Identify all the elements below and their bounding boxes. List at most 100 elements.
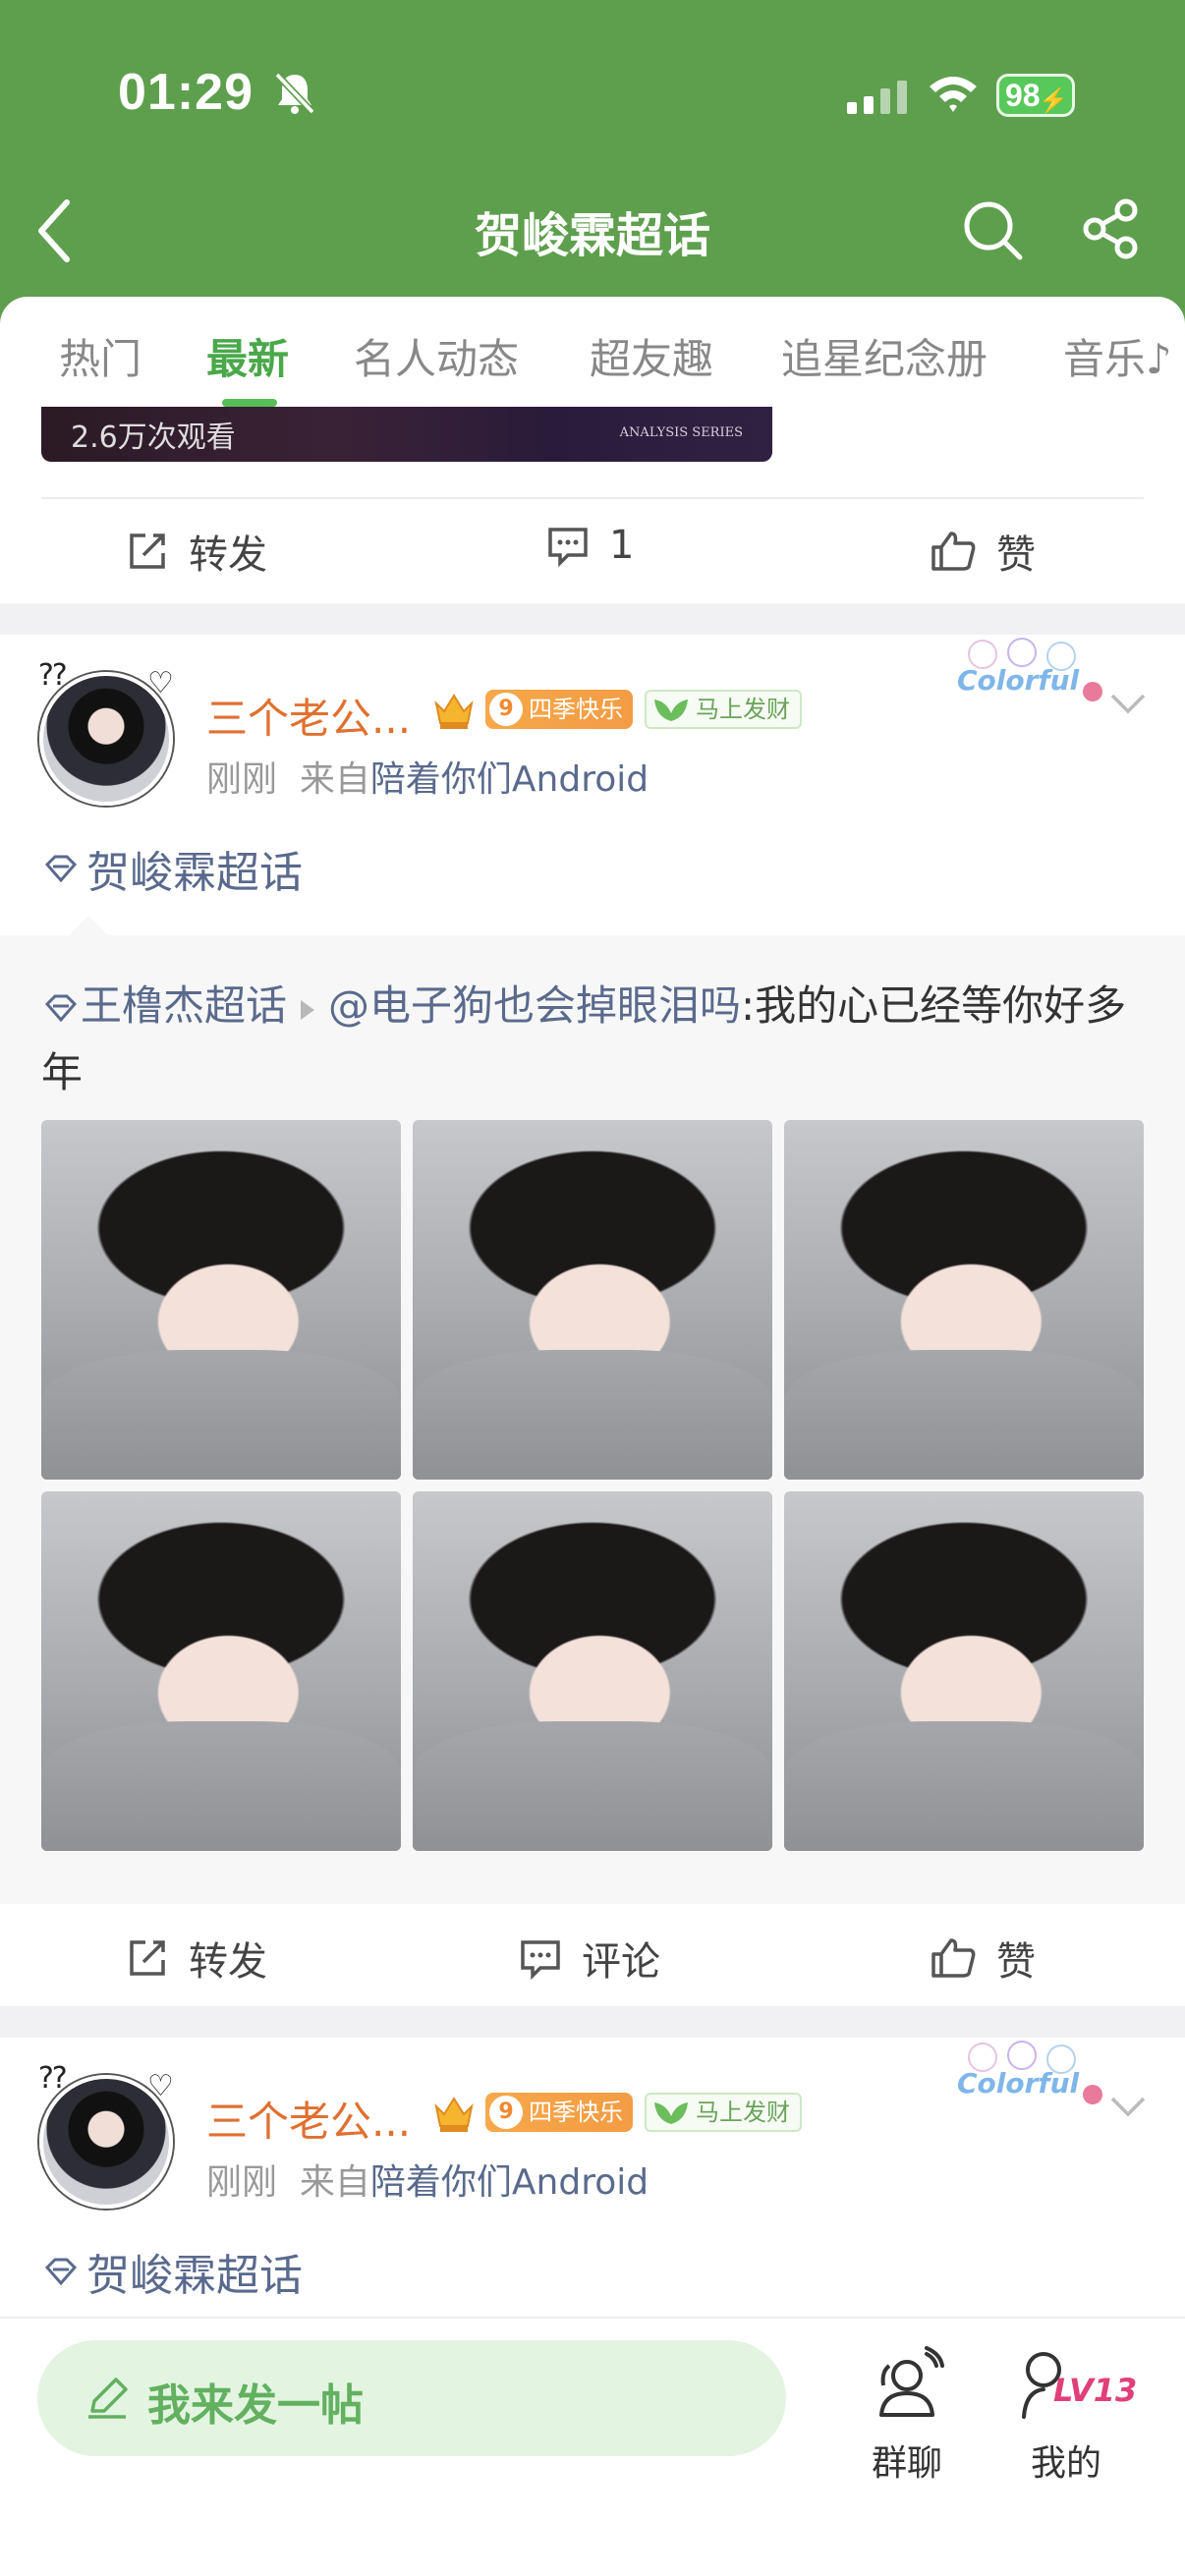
username[interactable]: 三个老公... bbox=[206, 686, 411, 746]
video-view-count: 2.6万次观看 bbox=[71, 420, 236, 455]
photo-hood bbox=[784, 1721, 1144, 1851]
wifi-icon bbox=[930, 77, 977, 112]
nav-mine[interactable]: LV13 我的 bbox=[1012, 2340, 1137, 2488]
repost-notch bbox=[69, 916, 108, 935]
username[interactable]: 三个老公... bbox=[206, 2089, 411, 2149]
photo-thumbnail[interactable] bbox=[784, 1491, 1144, 1851]
topic-link[interactable]: 贺峻霖超话 bbox=[41, 2240, 303, 2303]
avatar-frame-question-icon: ⁇ bbox=[39, 2061, 67, 2096]
thumbs-up-icon bbox=[931, 1938, 976, 1978]
post-source[interactable]: 陪着你们Android bbox=[370, 759, 649, 800]
status-time: 01:29 bbox=[118, 64, 254, 121]
colorful-sticker-text: Colorful bbox=[957, 2067, 1080, 2100]
video-thumbnail[interactable]: 2.6万次观看 ANALYSIS SERIES bbox=[41, 407, 772, 462]
avatar-frame-heart-icon: ♡ bbox=[147, 666, 174, 700]
divider bbox=[41, 497, 1144, 499]
topic-link[interactable]: 贺峻霖超话 bbox=[41, 837, 303, 900]
post-meta: 刚刚 来自陪着你们Android bbox=[206, 751, 649, 802]
photo-thumbnail[interactable] bbox=[784, 1120, 1144, 1480]
repost-topic-label: 王橹杰超话 bbox=[81, 981, 288, 1030]
comment-icon bbox=[521, 1940, 560, 1980]
source-prefix: 来自 bbox=[299, 759, 370, 800]
post-time: 刚刚 bbox=[206, 2162, 278, 2203]
season-badge[interactable]: 9 四季快乐 bbox=[485, 690, 633, 729]
rich-badge[interactable]: 马上发财 bbox=[645, 2093, 802, 2132]
header-bar: 01:29 98 ⚡ 贺峻霖超话 bbox=[0, 0, 1185, 324]
compose-post-button[interactable]: 我来发一帖 bbox=[37, 2340, 786, 2456]
tab-bar: 热门 最新 名人动态 超友趣 追星纪念册 音乐♪ bbox=[0, 297, 1185, 407]
diamond-icon bbox=[44, 994, 78, 1023]
tab-latest[interactable]: 最新 bbox=[206, 326, 289, 386]
colorful-sticker-text: Colorful bbox=[957, 664, 1080, 697]
comment-icon bbox=[548, 528, 588, 567]
avatar-frame-heart-icon: ♡ bbox=[147, 2069, 174, 2103]
repost-author-link[interactable]: @电子狗也会掉眼泪吗 bbox=[328, 981, 741, 1030]
battery-level: 98 bbox=[1005, 78, 1041, 113]
tab-music[interactable]: 音乐♪ bbox=[1063, 326, 1172, 386]
season-badge[interactable]: 9 四季快乐 bbox=[485, 2093, 633, 2132]
season-badge-label: 四季快乐 bbox=[529, 2099, 623, 2126]
season-badge-label: 四季快乐 bbox=[529, 696, 623, 723]
photo-hood bbox=[41, 1350, 401, 1480]
reposted-content[interactable]: 王橹杰超话 @电子狗也会掉眼泪吗:我的心已经等你好多年 bbox=[0, 916, 1185, 1904]
bottom-bar: 我来发一帖 群聊 LV13 我的 bbox=[0, 2317, 1185, 2576]
post-meta: 刚刚 来自陪着你们Android bbox=[206, 2154, 649, 2205]
feed-card: ⁇ ♡ 三个老公... 9 四季快乐 马上发财 刚刚 来自陪着你们Android… bbox=[0, 635, 1185, 2006]
video-overlay-text: ANALYSIS SERIES bbox=[619, 425, 743, 440]
tab-fan-fun[interactable]: 超友趣 bbox=[590, 326, 713, 386]
photo-thumbnail[interactable] bbox=[413, 1491, 772, 1851]
search-icon[interactable] bbox=[961, 198, 1024, 261]
share-icon[interactable] bbox=[1081, 198, 1142, 259]
rich-badge-label: 马上发财 bbox=[696, 2099, 790, 2126]
thumbs-up-icon bbox=[931, 532, 976, 571]
tab-fan-album[interactable]: 追星纪念册 bbox=[781, 326, 988, 386]
like-button[interactable]: 赞 bbox=[930, 1930, 1036, 1987]
source-prefix: 来自 bbox=[299, 2162, 370, 2203]
repost-topic-link[interactable]: 王橹杰超话 bbox=[41, 981, 287, 1030]
post-source[interactable]: 陪着你们Android bbox=[370, 2162, 649, 2203]
photo-thumbnail[interactable] bbox=[41, 1120, 401, 1480]
battery-indicator: 98 ⚡ bbox=[996, 74, 1075, 117]
post-time: 刚刚 bbox=[206, 759, 278, 800]
level-badge: LV13 bbox=[1053, 2372, 1138, 2409]
compose-label: 我来发一帖 bbox=[147, 2380, 364, 2431]
repost-icon bbox=[130, 533, 165, 569]
diamond-icon bbox=[44, 855, 78, 883]
nav-group-chat[interactable]: 群聊 bbox=[853, 2340, 961, 2488]
repost-button[interactable]: 转发 bbox=[126, 523, 267, 580]
repost-text: 王橹杰超话 @电子狗也会掉眼泪吗:我的心已经等你好多年 bbox=[41, 973, 1152, 1106]
comment-button[interactable]: 1 bbox=[546, 523, 634, 568]
leaf-icon bbox=[654, 2102, 688, 2124]
photo-thumbnail[interactable] bbox=[413, 1120, 772, 1480]
pencil-icon bbox=[88, 2378, 128, 2419]
tab-celebrity-news[interactable]: 名人动态 bbox=[354, 326, 519, 386]
comment-count: 1 bbox=[609, 523, 635, 568]
photo-hood bbox=[784, 1350, 1144, 1480]
arrow-right-icon bbox=[301, 1000, 315, 1020]
like-label: 赞 bbox=[996, 1939, 1036, 1985]
colorful-sticker: Colorful bbox=[943, 2038, 1110, 2116]
comment-button[interactable]: 评论 bbox=[519, 1930, 660, 1987]
photo-thumbnail[interactable] bbox=[41, 1491, 401, 1851]
chevron-down-icon[interactable] bbox=[1108, 692, 1148, 717]
charging-bolt-icon: ⚡ bbox=[1039, 87, 1068, 114]
chevron-down-icon[interactable] bbox=[1108, 2095, 1148, 2120]
repost-button[interactable]: 转发 bbox=[126, 1930, 267, 1987]
diamond-icon bbox=[44, 2258, 78, 2286]
crown-icon bbox=[434, 694, 474, 729]
topic-label: 贺峻霖超话 bbox=[86, 848, 303, 898]
like-button[interactable]: 赞 bbox=[930, 523, 1036, 580]
nav-group-chat-label: 群聊 bbox=[871, 2443, 942, 2484]
bell-muted-icon bbox=[274, 72, 315, 115]
crown-icon bbox=[434, 2097, 474, 2132]
avatar-frame-question-icon: ⁇ bbox=[39, 658, 67, 693]
rich-badge[interactable]: 马上发财 bbox=[645, 690, 802, 729]
repost-label: 转发 bbox=[189, 1939, 267, 1985]
nav-mine-label: 我的 bbox=[1030, 2443, 1101, 2484]
tab-hot[interactable]: 热门 bbox=[59, 326, 141, 386]
leaf-icon bbox=[654, 700, 688, 721]
comment-label: 评论 bbox=[582, 1939, 660, 1985]
photo-hood bbox=[413, 1721, 772, 1851]
season-badge-level: 9 bbox=[489, 2096, 523, 2129]
season-badge-level: 9 bbox=[489, 693, 523, 726]
